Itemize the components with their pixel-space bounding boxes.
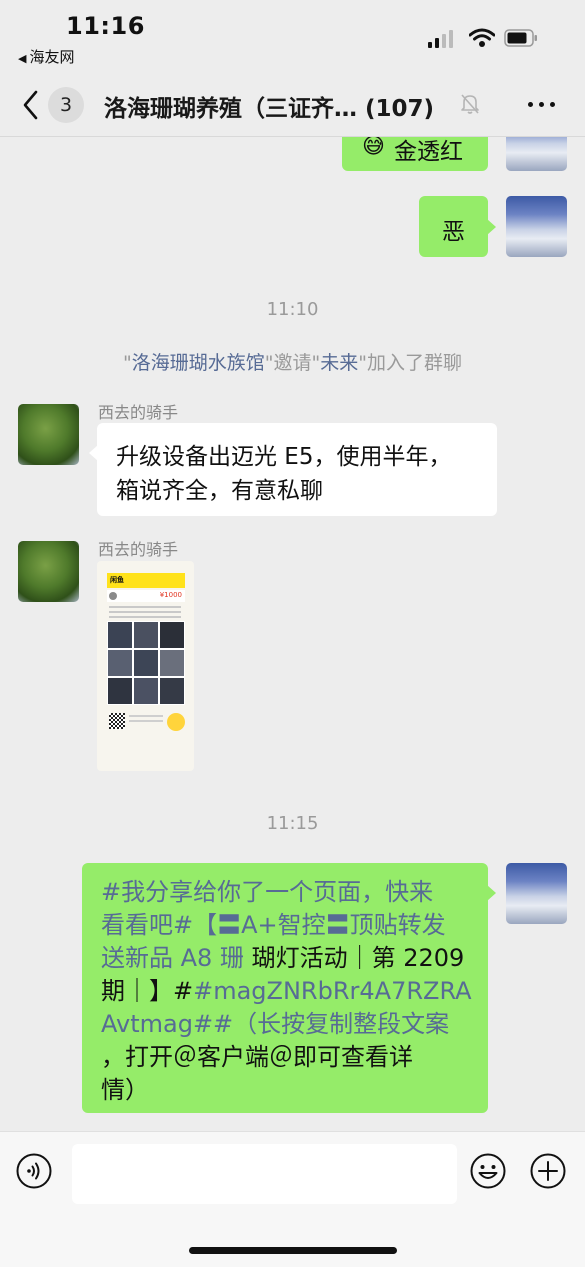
bubble-tail bbox=[89, 445, 98, 461]
back-to-app-link[interactable]: ◀ 海友网 bbox=[18, 46, 74, 67]
sender-name: 西去的骑手 bbox=[98, 403, 179, 422]
chat-message-list[interactable]: 😅 金透红 恶 11:10 "洛海珊瑚水族馆"邀请"未来"加入了群聊 西去的骑手… bbox=[0, 137, 585, 1130]
status-time: 11:16 bbox=[66, 12, 145, 40]
image-price: ¥1000 bbox=[159, 591, 182, 599]
share-link-segment[interactable]: 送新品 A8 珊 bbox=[101, 944, 244, 972]
share-text-line: 送新品 A8 珊 瑚灯活动｜第 2209 bbox=[101, 942, 464, 976]
sender-avatar[interactable] bbox=[18, 404, 79, 465]
image-header-label: 闲鱼 bbox=[110, 576, 124, 584]
back-chevron-icon[interactable] bbox=[18, 88, 46, 122]
share-text-segment: 期｜】# bbox=[101, 977, 194, 1005]
message-bubble-received[interactable]: 升级设备出迈光 E5，使用半年， 箱说齐全，有意私聊 bbox=[97, 423, 497, 516]
image-desc-lines bbox=[109, 606, 181, 618]
my-avatar[interactable] bbox=[506, 196, 567, 257]
unread-count-badge[interactable]: 3 bbox=[48, 87, 84, 123]
image-header-bar: 闲鱼 bbox=[107, 573, 185, 588]
message-text-line: 升级设备出迈光 E5，使用半年， bbox=[116, 444, 452, 470]
share-text-line: 期｜】##magZNRbRr4A7RZRA bbox=[101, 975, 472, 1009]
sticker-emoji-icon bbox=[167, 713, 185, 731]
image-user-row: ¥1000 bbox=[107, 590, 185, 602]
sender-name: 西去的骑手 bbox=[98, 540, 179, 559]
back-triangle-icon: ◀ bbox=[18, 52, 27, 65]
add-plus-icon[interactable] bbox=[530, 1153, 566, 1189]
message-bubble-sent[interactable]: #我分享给你了一个页面，快来 看看吧#【〓A+智控〓顶贴转发 送新品 A8 珊 … bbox=[82, 863, 488, 1113]
input-bar bbox=[0, 1131, 585, 1267]
timestamp: 11:15 bbox=[266, 813, 319, 834]
my-avatar[interactable] bbox=[506, 863, 567, 924]
voice-input-icon[interactable] bbox=[16, 1153, 52, 1189]
status-bar: 11:16 ◀ 海友网 bbox=[0, 0, 585, 75]
invitee-link[interactable]: 未来 bbox=[320, 352, 358, 374]
home-indicator bbox=[189, 1247, 397, 1254]
share-text-line: 情） bbox=[101, 1076, 149, 1104]
message-text: 恶 bbox=[442, 219, 465, 245]
share-text-segment: 瑚灯活动｜第 2209 bbox=[243, 944, 465, 972]
image-footer-lines bbox=[129, 715, 163, 725]
share-link-line[interactable]: Avtmag##（长按复制整段文案 bbox=[101, 1008, 449, 1042]
my-avatar[interactable] bbox=[506, 137, 567, 171]
system-message: "洛海珊瑚水族馆"邀请"未来"加入了群聊 bbox=[122, 352, 462, 374]
chat-header: 3 洛海珊瑚养殖（三证齐… (107) bbox=[0, 75, 585, 137]
battery-icon bbox=[504, 29, 537, 47]
share-link-line[interactable]: 看看吧#【〓A+智控〓顶贴转发 bbox=[101, 909, 446, 943]
cellular-signal-icon bbox=[428, 30, 458, 48]
inviter-link[interactable]: 洛海珊瑚水族馆 bbox=[132, 352, 265, 374]
share-text-line: ，打开＠客户端＠即可查看详 bbox=[101, 1043, 413, 1071]
image-message[interactable]: 闲鱼 ¥1000 bbox=[97, 561, 194, 771]
bubble-tail bbox=[487, 885, 496, 901]
bubble-tail bbox=[487, 219, 496, 235]
share-link-segment[interactable]: #magZNRbRr4A7RZRA bbox=[193, 977, 471, 1005]
image-user-avatar bbox=[109, 592, 117, 600]
message-bubble-sent[interactable]: 😅 金透红 bbox=[342, 137, 488, 171]
share-link-line[interactable]: #我分享给你了一个页面，快来 bbox=[101, 876, 433, 910]
image-photo-grid bbox=[107, 621, 185, 705]
message-input[interactable] bbox=[72, 1144, 457, 1204]
mute-bell-icon bbox=[461, 94, 479, 114]
sender-avatar[interactable] bbox=[18, 541, 79, 602]
wifi-icon bbox=[469, 28, 495, 47]
back-app-label: 海友网 bbox=[29, 48, 75, 66]
message-text: 金透红 bbox=[394, 139, 463, 165]
emoji-icon: 😅 bbox=[362, 137, 385, 159]
chat-title[interactable]: 洛海珊瑚养殖（三证齐… (107) bbox=[104, 89, 434, 123]
message-text-line: 箱说齐全，有意私聊 bbox=[116, 478, 323, 504]
more-options-button[interactable] bbox=[524, 91, 560, 119]
emoji-icon[interactable] bbox=[470, 1153, 506, 1189]
message-bubble-sent[interactable]: 恶 bbox=[419, 196, 488, 257]
timestamp: 11:10 bbox=[266, 299, 319, 320]
qr-code-icon bbox=[109, 713, 125, 729]
